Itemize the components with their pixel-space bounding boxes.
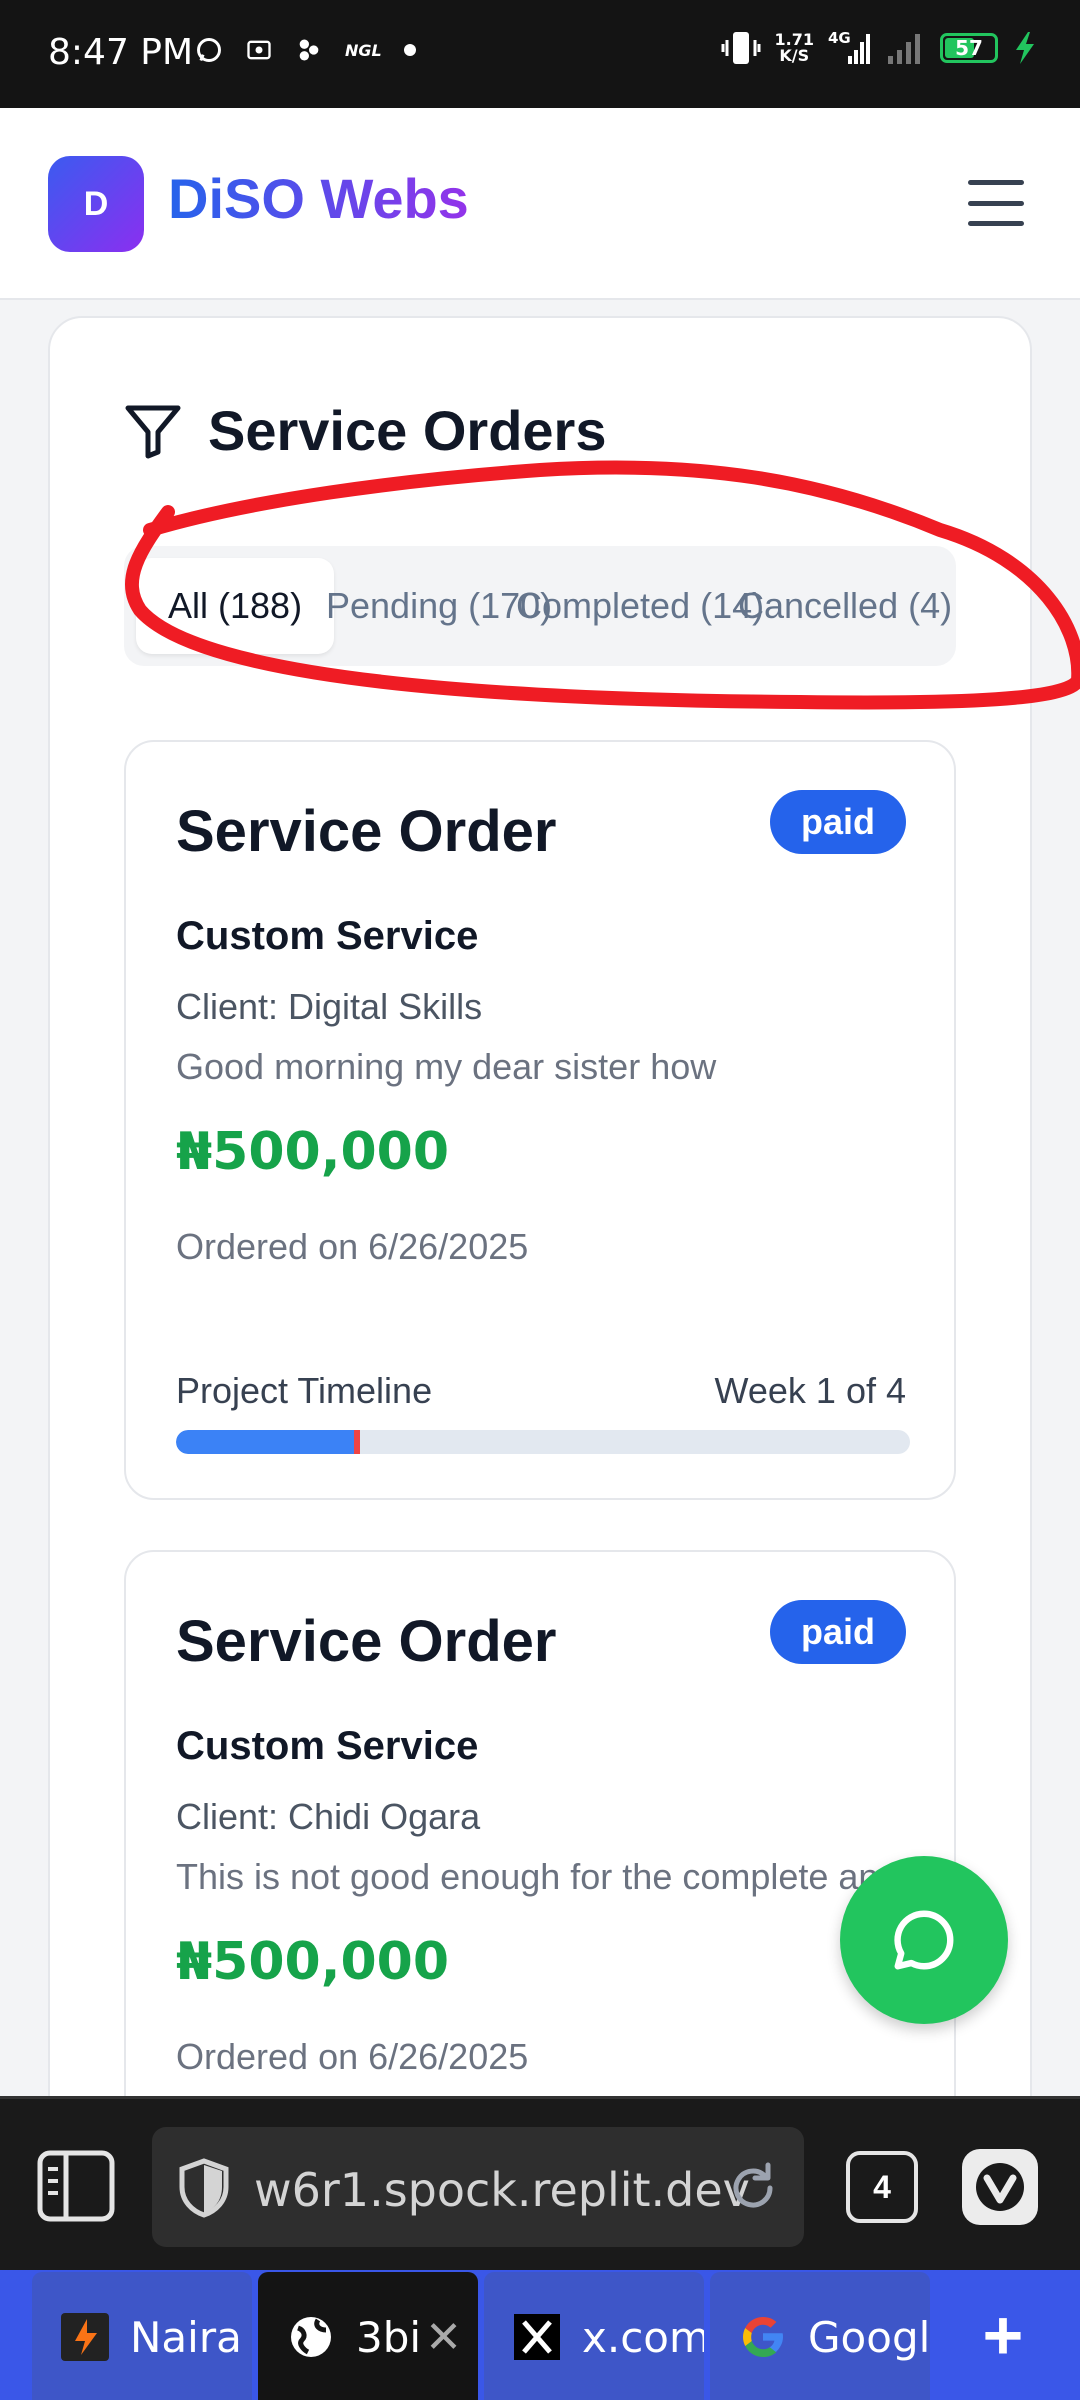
status-system-icons: 1.71 K/S 4G 57 — [721, 30, 1038, 66]
address-bar[interactable]: w6r1.spock.replit.dev — [152, 2127, 804, 2247]
signal-4g-icon: 4G — [828, 30, 872, 66]
close-tab-icon[interactable]: ✕ — [425, 2312, 462, 2363]
order-message: Good morning my dear sister how — [176, 1046, 717, 1087]
x-logo-icon — [512, 2312, 562, 2362]
reload-icon[interactable] — [724, 2159, 782, 2217]
page-title: Service Orders — [208, 399, 607, 462]
status-bar: 8:47 PM NGL 1.71 K/S 4G 57 — [0, 0, 1080, 108]
order-amount: ₦500,000 — [176, 1932, 450, 1992]
sidebar-toggle-icon[interactable] — [36, 2149, 116, 2223]
tab-count-button[interactable]: 4 — [846, 2151, 918, 2223]
order-date: Ordered on 6/26/2025 — [176, 2036, 529, 2077]
vibrate-icon — [721, 32, 761, 64]
browser-tab-active[interactable]: 3bi ✕ — [258, 2272, 478, 2400]
logo[interactable]: D — [48, 156, 144, 252]
shield-icon[interactable] — [176, 2157, 232, 2219]
browser-toolbar: w6r1.spock.replit.dev 4 — [0, 2096, 1080, 2270]
chat-button[interactable] — [840, 1856, 1008, 2024]
network-speed: 1.71 K/S — [774, 30, 814, 65]
ngl-icon: NGL — [345, 40, 382, 60]
status-badge: paid — [770, 1600, 906, 1664]
order-title: Service Order — [176, 1609, 557, 1674]
status-time: 8:47 PM — [48, 32, 194, 73]
chat-bubble-icon — [894, 1910, 954, 1970]
signal-icon — [888, 34, 920, 64]
globe-icon — [286, 2312, 336, 2362]
new-tab-plus-icon[interactable]: + — [960, 2292, 1046, 2378]
browser-tab[interactable]: x.com — [484, 2272, 704, 2400]
order-card[interactable]: Service Order paid Custom Service Client… — [124, 1550, 956, 2150]
client-name: Client: Chidi Ogara — [176, 1796, 481, 1837]
app-header: D DiSO Webs — [0, 108, 1080, 300]
vivaldi-menu-icon[interactable] — [962, 2149, 1038, 2225]
order-amount: ₦500,000 — [176, 1122, 450, 1182]
status-notification-icons: NGL — [195, 36, 416, 64]
tab-completed[interactable]: Completed (14) — [516, 546, 764, 666]
status-filter-tabs: All (188) Pending (170) Completed (14) C… — [124, 546, 956, 666]
order-message: This is not good enough for the complete… — [176, 1856, 899, 1897]
browser-tab[interactable]: Naira — [32, 2272, 252, 2400]
filter-icon — [125, 405, 181, 459]
client-name: Client: Digital Skills — [176, 986, 483, 1027]
tab-cancelled[interactable]: Cancelled (4) — [738, 546, 952, 666]
battery-icon: 57 — [940, 33, 998, 63]
timeline-label: Project Timeline — [176, 1370, 433, 1411]
status-badge: paid — [770, 790, 906, 854]
url-text[interactable]: w6r1.spock.replit.dev — [254, 2163, 750, 2217]
timeline-progress-fill — [176, 1430, 360, 1454]
whatsapp-icon — [197, 38, 221, 62]
more-notifications-dot — [403, 44, 416, 56]
app-icon — [60, 2312, 110, 2362]
browser-tab[interactable]: Google — [710, 2272, 930, 2400]
hamburger-menu-icon[interactable] — [968, 180, 1024, 226]
brand-name[interactable]: DiSO Webs — [168, 166, 469, 231]
order-title: Service Order — [176, 799, 557, 864]
order-date: Ordered on 6/26/2025 — [176, 1226, 529, 1267]
tab-all[interactable]: All (188) — [136, 558, 335, 654]
timeline-week: Week 1 of 4 — [714, 1370, 906, 1411]
screenshot-icon — [247, 40, 271, 60]
google-icon — [738, 2312, 788, 2362]
service-name: Custom Service — [176, 1724, 479, 1768]
charging-icon — [1016, 32, 1034, 64]
timeline-progress-bar — [176, 1430, 910, 1454]
service-name: Custom Service — [176, 914, 479, 958]
order-card[interactable]: Service Order paid Custom Service Client… — [124, 740, 956, 1500]
app-notification-icon — [299, 39, 319, 61]
